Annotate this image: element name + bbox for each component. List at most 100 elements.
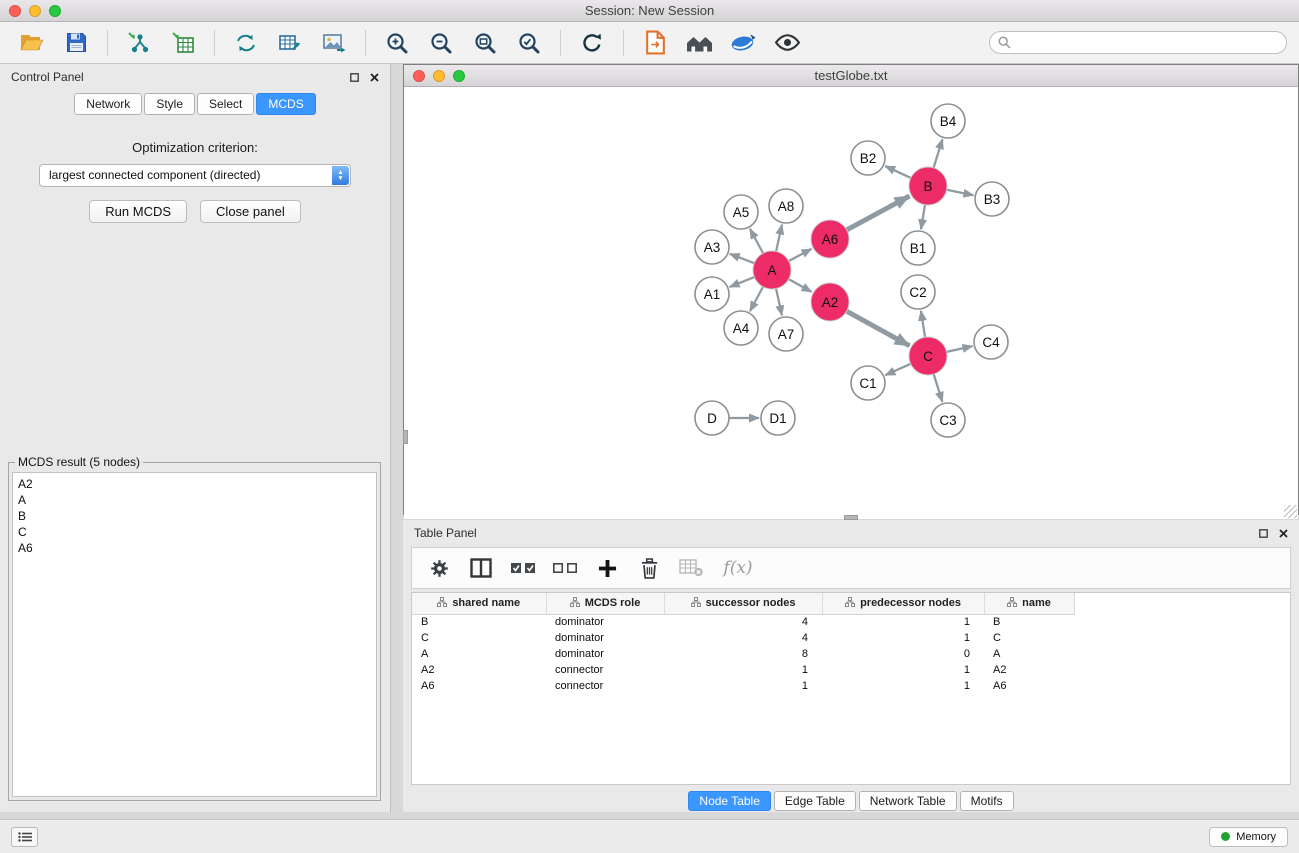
table-row[interactable]: A2connector11A2 [412,662,1074,678]
node-A3[interactable]: A3 [695,230,729,264]
task-history-button[interactable] [11,827,38,847]
refresh-view-button[interactable] [572,26,612,60]
memory-button[interactable]: Memory [1209,827,1288,847]
zoom-selected-button[interactable] [509,26,549,60]
pane-resize-handle[interactable] [403,430,408,444]
table-cell[interactable]: dominator [546,630,664,646]
export-image-button[interactable] [314,26,354,60]
node-C3[interactable]: C3 [931,403,965,437]
list-item[interactable]: C [18,524,371,540]
close-window-button[interactable] [9,5,21,17]
home-button[interactable] [679,26,719,60]
table-row[interactable]: Bdominator41B [412,614,1074,630]
window-resize-grip[interactable] [1284,505,1297,518]
tab-style[interactable]: Style [144,93,195,115]
table-cell[interactable]: B [984,614,1074,630]
search-input[interactable] [989,31,1287,54]
optimization-select[interactable]: largest connected component (directed) ▲… [39,164,351,187]
node-B[interactable]: B [909,167,947,205]
show-columns-button[interactable] [464,552,498,584]
add-column-button[interactable] [590,552,624,584]
node-D1[interactable]: D1 [761,401,795,435]
tab-edge-table[interactable]: Edge Table [774,791,856,811]
close-network-button[interactable] [413,70,425,82]
edge-A-A8[interactable] [776,225,782,252]
table-settings-button[interactable] [422,552,456,584]
import-network-button[interactable] [119,26,159,60]
table-cell[interactable]: A [412,646,546,662]
column-header-predecessor-nodes[interactable]: predecessor nodes [822,593,984,614]
zoom-in-button[interactable] [377,26,417,60]
analyzer-button[interactable] [723,26,763,60]
column-header-successor-nodes[interactable]: successor nodes [664,593,822,614]
edge-C-C3[interactable] [934,374,943,402]
list-item[interactable]: A [18,492,371,508]
table-cell[interactable]: A6 [412,678,546,694]
node-A1[interactable]: A1 [695,277,729,311]
open-file-button[interactable] [12,26,52,60]
table-row[interactable]: A6connector11A6 [412,678,1074,694]
edge-C-C1[interactable] [885,364,910,375]
float-panel-icon[interactable] [350,73,359,82]
import-table-button[interactable] [163,26,203,60]
table-cell[interactable]: A6 [984,678,1074,694]
node-B2[interactable]: B2 [851,141,885,175]
close-panel-icon[interactable] [370,73,379,82]
run-mcds-button[interactable]: Run MCDS [89,200,187,223]
table-cell[interactable]: A2 [412,662,546,678]
tab-network[interactable]: Network [74,93,142,115]
node-C[interactable]: C [909,337,947,375]
open-document-button[interactable] [635,26,675,60]
node-B1[interactable]: B1 [901,231,935,265]
table-cell[interactable]: 0 [822,646,984,662]
edge-A2-C[interactable] [847,311,910,346]
select-all-button[interactable] [506,552,540,584]
table-cell[interactable]: 4 [664,614,822,630]
tab-motifs[interactable]: Motifs [960,791,1014,811]
tab-node-table[interactable]: Node Table [688,791,771,811]
table-cell[interactable]: A2 [984,662,1074,678]
node-A7[interactable]: A7 [769,317,803,351]
list-item[interactable]: A2 [18,476,371,492]
edge-C-C4[interactable] [947,346,973,352]
table-cell[interactable]: 4 [664,630,822,646]
tab-network-table[interactable]: Network Table [859,791,957,811]
edge-A-A3[interactable] [730,254,755,263]
table-cell[interactable]: C [984,630,1074,646]
export-network-button[interactable] [226,26,266,60]
node-A6[interactable]: A6 [811,220,849,258]
edge-C-C2[interactable] [921,311,925,337]
edge-A-A5[interactable] [750,229,763,253]
table-cell[interactable]: dominator [546,614,664,630]
table-row[interactable]: Adominator80A [412,646,1074,662]
edge-A-A6[interactable] [789,249,812,261]
delete-column-button[interactable] [632,552,666,584]
column-header-mcds-role[interactable]: MCDS role [546,593,664,614]
network-canvas[interactable]: B4B2BB3A8A5A6B1A3AA1C2A2A4A7C4CC1C3DD1 [404,87,1298,519]
close-panel-icon[interactable] [1279,529,1288,538]
table-row[interactable]: Cdominator41C [412,630,1074,646]
node-B3[interactable]: B3 [975,182,1009,216]
list-item[interactable]: A6 [18,540,371,556]
column-header-name[interactable]: name [984,593,1074,614]
tab-select[interactable]: Select [197,93,254,115]
deselect-all-button[interactable] [548,552,582,584]
edge-A-A4[interactable] [750,287,763,311]
node-A2[interactable]: A2 [811,283,849,321]
node-C2[interactable]: C2 [901,275,935,309]
table-cell[interactable]: 1 [822,614,984,630]
minimize-network-button[interactable] [433,70,445,82]
node-A4[interactable]: A4 [724,311,758,345]
export-table-button[interactable] [270,26,310,60]
edge-A-A7[interactable] [776,289,782,316]
table-cell[interactable]: 1 [822,662,984,678]
table-cell[interactable]: 1 [664,662,822,678]
node-D[interactable]: D [695,401,729,435]
table-cell[interactable]: 8 [664,646,822,662]
zoom-out-button[interactable] [421,26,461,60]
node-B4[interactable]: B4 [931,104,965,138]
edge-A-A1[interactable] [730,277,755,287]
list-item[interactable]: B [18,508,371,524]
table-cell[interactable]: dominator [546,646,664,662]
edge-B-B4[interactable] [934,139,943,168]
